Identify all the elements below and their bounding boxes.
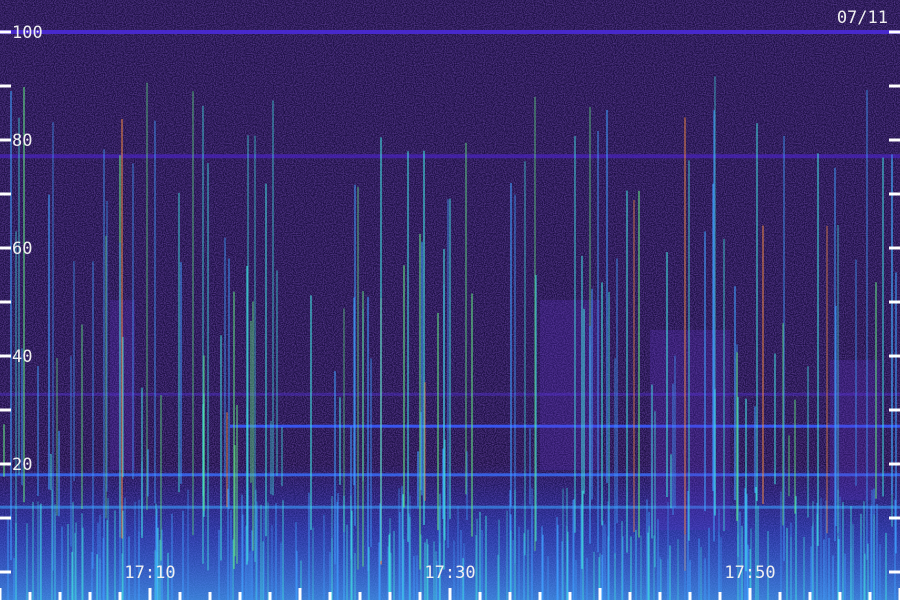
x-tick: [628, 592, 632, 600]
x-tick: [88, 592, 92, 600]
date-label: 07/11: [837, 8, 888, 28]
x-tick: [748, 588, 752, 600]
y-tick-left: [0, 192, 11, 196]
x-tick: [478, 592, 482, 600]
x-tick: [388, 592, 392, 600]
emission-patch: [540, 300, 600, 470]
x-tick-label: 17:30: [424, 563, 475, 583]
band-77: [0, 154, 900, 159]
spectrogram-plot: 20 40 60 80 100 17:10 17:30 17:50 07/11: [0, 0, 900, 600]
x-tick: [118, 592, 122, 600]
y-tick-right: [889, 516, 900, 520]
y-tick-right: [889, 30, 900, 34]
y-tick-right: [889, 84, 900, 88]
band-100: [0, 30, 900, 34]
x-tick: [838, 592, 842, 600]
y-tick-label: 100: [12, 23, 43, 43]
y-tick-left: [0, 516, 11, 520]
y-tick-label: 80: [12, 131, 32, 151]
x-tick-label: 17:10: [124, 563, 175, 583]
y-tick-right: [889, 408, 900, 412]
x-tick: [0, 588, 2, 600]
x-tick: [178, 592, 182, 600]
y-tick-left: [0, 354, 11, 358]
x-tick: [358, 592, 362, 600]
x-tick: [298, 588, 302, 600]
y-tick-left: [0, 246, 11, 250]
y-tick-label: 40: [12, 347, 32, 367]
x-tick: [508, 592, 512, 600]
x-tick: [328, 592, 332, 600]
y-tick-right: [889, 462, 900, 466]
y-tick-left: [0, 300, 11, 304]
emission-patch: [650, 330, 730, 530]
y-tick-left: [0, 84, 11, 88]
x-tick-label: 17:50: [724, 563, 775, 583]
x-tick: [538, 592, 542, 600]
y-tick-right: [889, 138, 900, 142]
y-tick-right: [889, 354, 900, 358]
x-tick: [418, 592, 422, 600]
spectrogram-chart: 20 40 60 80 100 17:10 17:30 17:50 07/11: [0, 0, 900, 600]
y-tick-label: 60: [12, 239, 32, 259]
x-tick: [208, 592, 212, 600]
x-tick: [58, 592, 62, 600]
x-tick: [598, 588, 602, 600]
x-tick: [268, 592, 272, 600]
y-tick-right: [889, 570, 900, 574]
y-tick-right: [889, 300, 900, 304]
y-tick-right: [889, 246, 900, 250]
y-tick-label: 20: [12, 455, 32, 475]
y-tick-left: [0, 30, 11, 34]
x-tick: [148, 588, 152, 600]
x-tick: [778, 592, 782, 600]
x-tick: [688, 592, 692, 600]
x-tick: [718, 592, 722, 600]
x-tick: [808, 592, 812, 600]
x-tick: [28, 592, 32, 600]
x-tick: [448, 588, 452, 600]
x-tick: [658, 592, 662, 600]
y-tick-left: [0, 138, 11, 142]
y-tick-left: [0, 408, 11, 412]
y-tick-left: [0, 570, 11, 574]
x-tick: [868, 592, 872, 600]
y-tick-right: [889, 192, 900, 196]
x-tick: [238, 592, 242, 600]
y-tick-left: [0, 462, 11, 466]
x-tick: [568, 592, 572, 600]
